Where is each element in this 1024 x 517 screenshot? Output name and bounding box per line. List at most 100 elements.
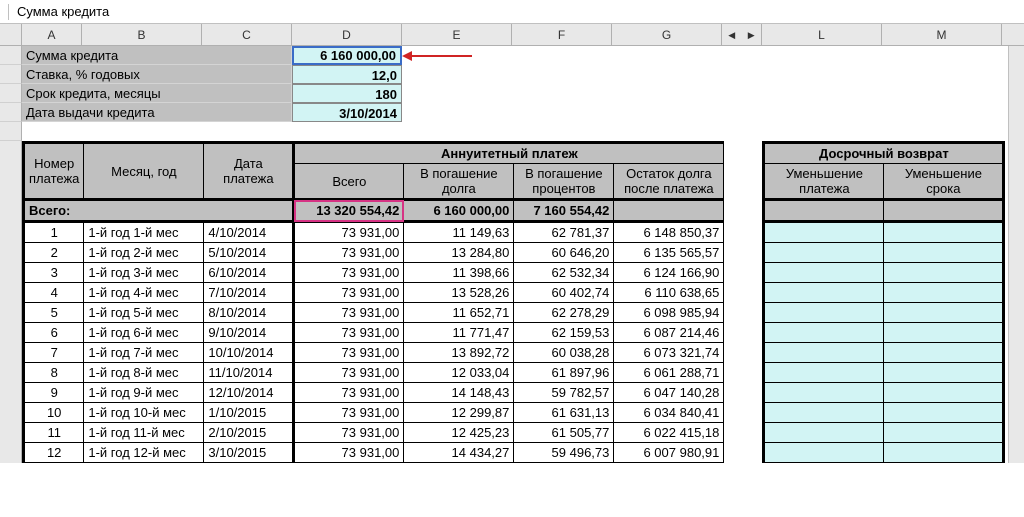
table-row[interactable]: 51-й год 5-й мес8/10/201473 931,0011 652…	[24, 303, 1004, 323]
cell-num[interactable]: 3	[24, 263, 84, 283]
row-header[interactable]	[0, 84, 22, 103]
cell-balance[interactable]: 6 148 850,37	[614, 222, 724, 243]
table-row[interactable]: 21-й год 2-й мес5/10/201473 931,0013 284…	[24, 243, 1004, 263]
table-row[interactable]: 111-й год 11-й мес2/10/201573 931,0012 4…	[24, 423, 1004, 443]
column-split-arrows[interactable]: ◀ ▶	[722, 24, 762, 45]
cell-reduce-term[interactable]	[884, 303, 1004, 323]
row-header[interactable]	[0, 103, 22, 122]
cell-date[interactable]: 2/10/2015	[204, 423, 294, 443]
cell-balance[interactable]: 6 110 638,65	[614, 283, 724, 303]
cell-month[interactable]: 1-й год 9-й мес	[84, 383, 204, 403]
cell-reduce-payment[interactable]	[764, 343, 884, 363]
cell-principal[interactable]: 12 033,04	[404, 363, 514, 383]
cell-principal[interactable]: 13 528,26	[404, 283, 514, 303]
cell-total[interactable]: 73 931,00	[294, 303, 404, 323]
cell-reduce-term[interactable]	[884, 423, 1004, 443]
cell-num[interactable]: 5	[24, 303, 84, 323]
cell-month[interactable]: 1-й год 11-й мес	[84, 423, 204, 443]
cell-principal[interactable]: 13 284,80	[404, 243, 514, 263]
cell-reduce-term[interactable]	[884, 343, 1004, 363]
param-value[interactable]: 3/10/2014	[292, 103, 402, 122]
cell-num[interactable]: 1	[24, 222, 84, 243]
cell-month[interactable]: 1-й год 5-й мес	[84, 303, 204, 323]
cell-month[interactable]: 1-й год 2-й мес	[84, 243, 204, 263]
th-num[interactable]: Номер платежа	[24, 143, 84, 200]
cell-reduce-term[interactable]	[884, 383, 1004, 403]
cell-month[interactable]: 1-й год 1-й мес	[84, 222, 204, 243]
cell-principal[interactable]: 12 425,23	[404, 423, 514, 443]
cell-num[interactable]: 9	[24, 383, 84, 403]
cell-reduce-payment[interactable]	[764, 383, 884, 403]
cell-balance[interactable]: 6 047 140,28	[614, 383, 724, 403]
cell-date[interactable]: 6/10/2014	[204, 263, 294, 283]
cell-month[interactable]: 1-й год 3-й мес	[84, 263, 204, 283]
totals-principal[interactable]: 6 160 000,00	[404, 200, 514, 222]
cell-total[interactable]: 73 931,00	[294, 222, 404, 243]
cell-interest[interactable]: 62 278,29	[514, 303, 614, 323]
cell-principal[interactable]: 11 398,66	[404, 263, 514, 283]
cell-reduce-payment[interactable]	[764, 222, 884, 243]
cell-interest[interactable]: 59 496,73	[514, 443, 614, 463]
cell-interest[interactable]: 59 782,57	[514, 383, 614, 403]
col-header-D[interactable]: D	[292, 24, 402, 45]
table-row[interactable]: 61-й год 6-й мес9/10/201473 931,0011 771…	[24, 323, 1004, 343]
cell-interest[interactable]: 60 402,74	[514, 283, 614, 303]
col-header-L[interactable]: L	[762, 24, 882, 45]
cell-num[interactable]: 11	[24, 423, 84, 443]
cell-reduce-payment[interactable]	[764, 283, 884, 303]
scroll-left-icon[interactable]: ◀	[722, 24, 742, 45]
cell-num[interactable]: 6	[24, 323, 84, 343]
cell-principal[interactable]: 11 149,63	[404, 222, 514, 243]
cell-interest[interactable]: 61 505,77	[514, 423, 614, 443]
formula-bar[interactable]: Сумма кредита	[0, 0, 1024, 24]
cell-principal[interactable]: 14 434,27	[404, 443, 514, 463]
cell-total[interactable]: 73 931,00	[294, 443, 404, 463]
cell-reduce-payment[interactable]	[764, 443, 884, 463]
col-header-A[interactable]: A	[22, 24, 82, 45]
th-month[interactable]: Месяц, год	[84, 143, 204, 200]
col-header-M[interactable]: M	[882, 24, 1002, 45]
cell-balance[interactable]: 6 034 840,41	[614, 403, 724, 423]
cell-reduce-term[interactable]	[884, 323, 1004, 343]
th-principal[interactable]: В погашение долга	[404, 164, 514, 200]
cell-interest[interactable]: 60 038,28	[514, 343, 614, 363]
cell-date[interactable]: 8/10/2014	[204, 303, 294, 323]
select-all-corner[interactable]	[0, 24, 22, 45]
th-balance[interactable]: Остаток долга после платежа	[614, 164, 724, 200]
cell-reduce-payment[interactable]	[764, 243, 884, 263]
cell-date[interactable]: 11/10/2014	[204, 363, 294, 383]
cell-num[interactable]: 12	[24, 443, 84, 463]
cell-total[interactable]: 73 931,00	[294, 403, 404, 423]
cell-month[interactable]: 1-й год 8-й мес	[84, 363, 204, 383]
cell-interest[interactable]: 62 781,37	[514, 222, 614, 243]
cell-reduce-term[interactable]	[884, 283, 1004, 303]
cell-num[interactable]: 10	[24, 403, 84, 423]
cell-balance[interactable]: 6 061 288,71	[614, 363, 724, 383]
param-value[interactable]: 180	[292, 84, 402, 103]
cell-principal[interactable]: 12 299,87	[404, 403, 514, 423]
col-header-B[interactable]: B	[82, 24, 202, 45]
table-row[interactable]: 101-й год 10-й мес1/10/201573 931,0012 2…	[24, 403, 1004, 423]
scroll-right-icon[interactable]: ▶	[742, 24, 762, 45]
cell-principal[interactable]: 14 148,43	[404, 383, 514, 403]
cell-balance[interactable]: 6 007 980,91	[614, 443, 724, 463]
cell-date[interactable]: 4/10/2014	[204, 222, 294, 243]
cell-balance[interactable]: 6 135 565,57	[614, 243, 724, 263]
cell-reduce-payment[interactable]	[764, 303, 884, 323]
cell-interest[interactable]: 62 159,53	[514, 323, 614, 343]
spreadsheet[interactable]: A B C D E F G ◀ ▶ L M Сумма кредита6 160…	[0, 24, 1024, 463]
table-row[interactable]: 11-й год 1-й мес4/10/201473 931,0011 149…	[24, 222, 1004, 243]
th-interest[interactable]: В погашение процентов	[514, 164, 614, 200]
cell-reduce-term[interactable]	[884, 263, 1004, 283]
table-row[interactable]: 31-й год 3-й мес6/10/201473 931,0011 398…	[24, 263, 1004, 283]
table-row[interactable]: 91-й год 9-й мес12/10/201473 931,0014 14…	[24, 383, 1004, 403]
cell-reduce-term[interactable]	[884, 222, 1004, 243]
cell-total[interactable]: 73 931,00	[294, 423, 404, 443]
cell-balance[interactable]: 6 022 415,18	[614, 423, 724, 443]
cell-total[interactable]: 73 931,00	[294, 243, 404, 263]
param-label[interactable]: Ставка, % годовых	[22, 65, 292, 84]
cell-reduce-payment[interactable]	[764, 423, 884, 443]
param-label[interactable]: Дата выдачи кредита	[22, 103, 292, 122]
cell-date[interactable]: 9/10/2014	[204, 323, 294, 343]
col-header-F[interactable]: F	[512, 24, 612, 45]
